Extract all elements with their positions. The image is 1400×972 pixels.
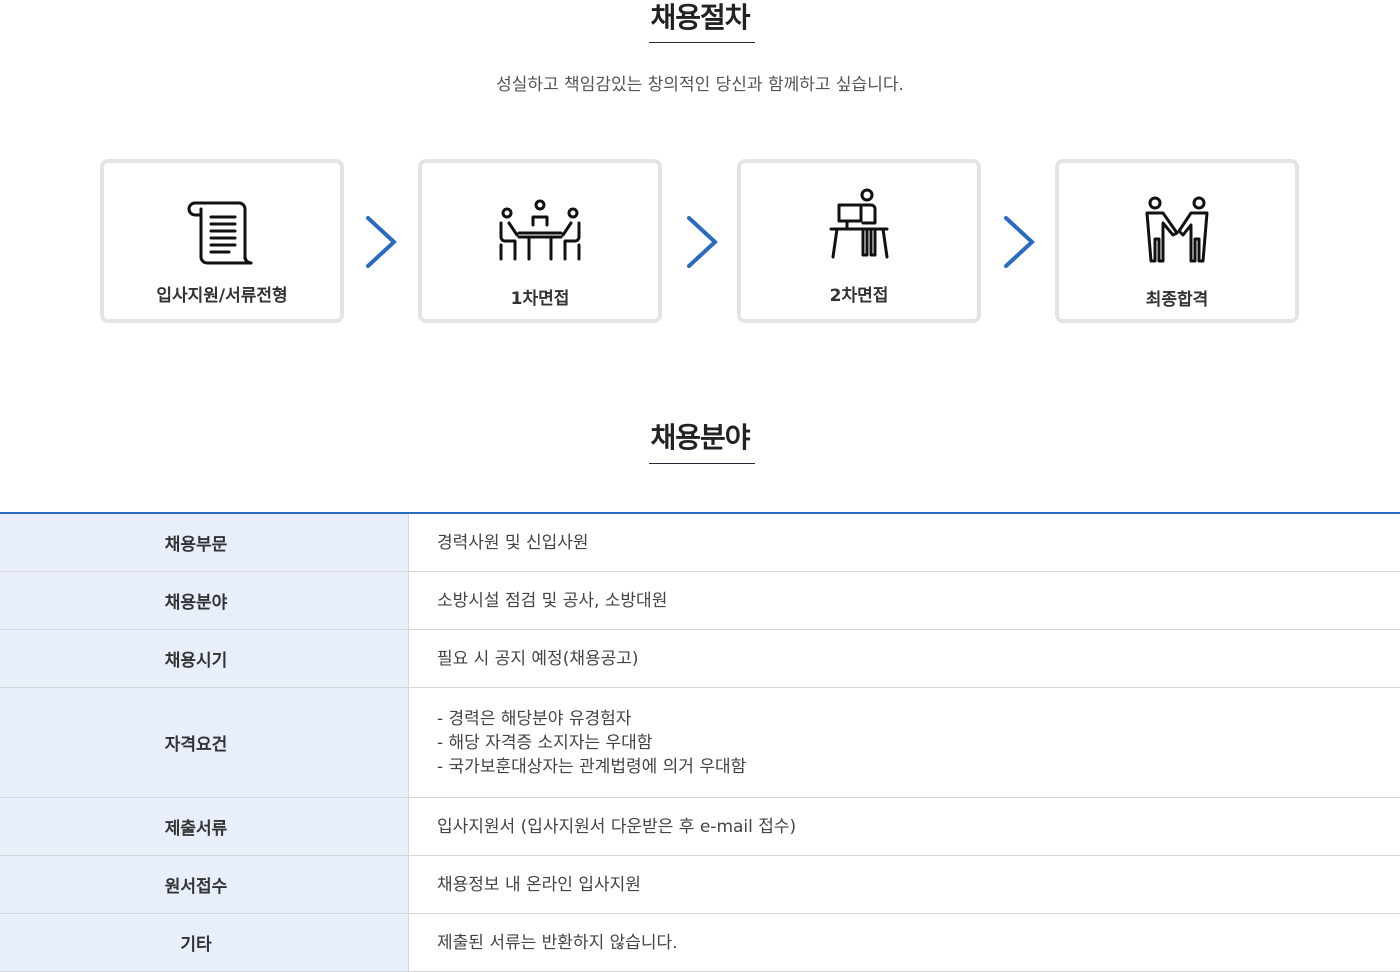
procedure-title: 채용절차 <box>650 1 750 34</box>
chevron-right-icon <box>685 214 719 270</box>
desk-interview-icon <box>827 187 891 267</box>
handshake-icon <box>1143 195 1211 269</box>
row-value: 필요 시 공지 예정(채용공고) <box>437 648 639 669</box>
row-value: 소방시설 점검 및 공사, 소방대원 <box>437 590 668 611</box>
document-scroll-icon <box>187 197 257 271</box>
procedure-subtitle: 성실하고 책임감있는 창의적인 당신과 함께하고 싶습니다. <box>496 75 904 95</box>
field-title-underline <box>649 463 755 464</box>
row-header: 기타 <box>0 914 409 971</box>
interview-table-icon <box>495 199 585 267</box>
row-header: 제출서류 <box>0 798 409 855</box>
table-row: 기타 제출된 서류는 반환하지 않습니다. <box>0 914 1400 972</box>
row-value: 채용정보 내 온라인 입사지원 <box>437 874 641 895</box>
step-label: 1차면접 <box>510 289 570 309</box>
row-value: 입사지원서 (입사지원서 다운받은 후 e-mail 접수) <box>437 816 797 837</box>
row-header: 자격요건 <box>0 688 409 797</box>
row-header: 채용분야 <box>0 572 409 629</box>
table-row: 채용부문 경력사원 및 신입사원 <box>0 514 1400 572</box>
row-value: 제출된 서류는 반환하지 않습니다. <box>437 932 678 953</box>
table-row: 제출서류 입사지원서 (입사지원서 다운받은 후 e-mail 접수) <box>0 798 1400 856</box>
table-row: 채용분야 소방시설 점검 및 공사, 소방대원 <box>0 572 1400 630</box>
row-header: 채용부문 <box>0 514 409 571</box>
row-value: - 경력은 해당분야 유경험자 - 해당 자격증 소지자는 우대함 - 국가보훈… <box>437 708 747 777</box>
field-title: 채용분야 <box>650 421 750 454</box>
table-row: 원서접수 채용정보 내 온라인 입사지원 <box>0 856 1400 914</box>
recruitment-table: 채용부문 경력사원 및 신입사원 채용분야 소방시설 점검 및 공사, 소방대원… <box>0 512 1400 972</box>
table-row: 자격요건 - 경력은 해당분야 유경험자 - 해당 자격증 소지자는 우대함 -… <box>0 688 1400 798</box>
step-3: 2차면접 <box>737 159 981 323</box>
step-label: 입사지원/서류전형 <box>156 286 288 306</box>
step-4: 최종합격 <box>1055 159 1299 323</box>
procedure-title-underline <box>649 42 755 43</box>
table-row: 채용시기 필요 시 공지 예정(채용공고) <box>0 630 1400 688</box>
chevron-right-icon <box>1002 214 1036 270</box>
step-label: 최종합격 <box>1145 290 1209 310</box>
chevron-right-icon <box>364 214 398 270</box>
step-1: 입사지원/서류전형 <box>100 159 344 323</box>
procedure-steps: 입사지원/서류전형 1차면접 2차면접 최종합격 <box>100 159 1300 323</box>
row-value: 경력사원 및 신입사원 <box>437 532 589 553</box>
step-label: 2차면접 <box>829 286 889 306</box>
row-header: 채용시기 <box>0 630 409 687</box>
row-header: 원서접수 <box>0 856 409 913</box>
step-2: 1차면접 <box>418 159 662 323</box>
